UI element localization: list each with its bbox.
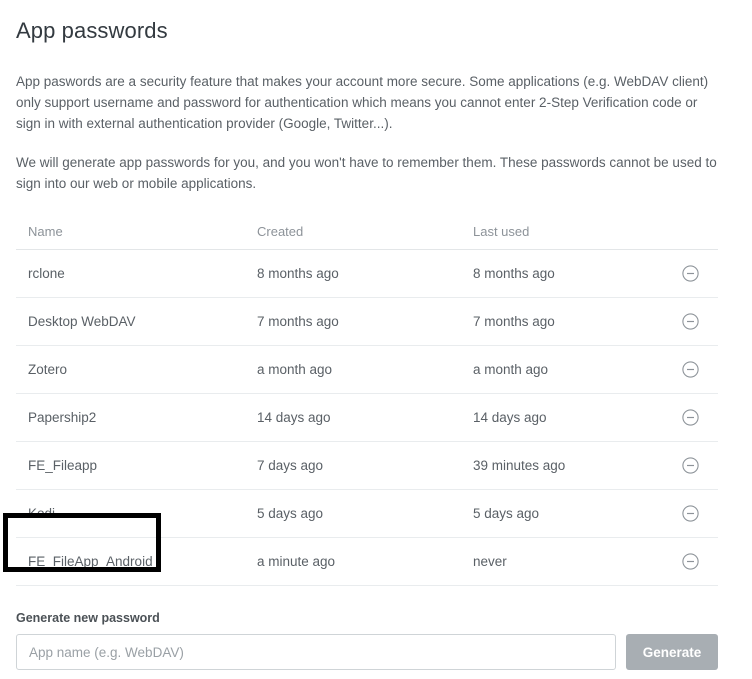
cell-actions [663,297,718,346]
table-row: Desktop WebDAV 7 months ago 7 months ago [16,297,718,346]
cell-last-used: 7 months ago [461,297,663,346]
app-passwords-page: App passwords App paswords are a securit… [0,0,752,670]
cell-created: 7 days ago [245,441,461,490]
table-row: FE_FileApp_Android a minute ago never [3,512,718,586]
minus-circle-icon[interactable] [682,457,699,474]
table-row: Kodi 5 days ago 5 days ago [16,489,718,538]
cell-last-used: never [461,537,663,586]
cell-actions [663,249,718,298]
cell-created: 7 months ago [245,297,461,346]
minus-circle-icon[interactable] [682,553,699,570]
cell-last-used: a month ago [461,345,663,394]
column-header-actions [663,216,718,250]
cell-name: Zotero [16,345,245,394]
minus-circle-icon[interactable] [682,265,699,282]
cell-created: 8 months ago [245,249,461,298]
cell-last-used: 39 minutes ago [461,441,663,490]
cell-name: Papership2 [16,393,245,442]
cell-created: a month ago [245,345,461,394]
minus-circle-icon[interactable] [682,505,699,522]
table-row: Papership2 14 days ago 14 days ago [16,393,718,442]
cell-created: 5 days ago [245,489,461,538]
generate-password-section: Generate new password Generate [16,611,718,670]
table-header: Name Created Last used [16,216,718,250]
page-title: App passwords [16,18,168,43]
cell-name: FE_Fileapp [16,441,245,490]
table-row: FE_Fileapp 7 days ago 39 minutes ago [16,441,718,490]
app-passwords-table: Name Created Last used rclone 8 months ag… [3,216,718,586]
minus-circle-icon[interactable] [682,361,699,378]
column-header-name: Name [16,216,245,250]
generate-password-row: Generate [16,634,718,670]
generate-button[interactable]: Generate [626,634,718,670]
cell-created: 14 days ago [245,393,461,442]
column-header-created: Created [245,216,461,250]
column-header-last-used: Last used [461,216,663,250]
app-name-input[interactable] [16,634,616,670]
cell-name: Desktop WebDAV [16,297,245,346]
cell-created: a minute ago [245,537,461,586]
cell-actions [663,489,718,538]
minus-circle-icon[interactable] [682,313,699,330]
cell-actions [663,537,718,586]
table-row: rclone 8 months ago 8 months ago [16,249,718,298]
cell-last-used: 5 days ago [461,489,663,538]
intro-paragraph-1: App paswords are a security feature that… [16,74,709,131]
table-body: rclone 8 months ago 8 months ago Desktop We… [3,249,718,586]
table-row: Zotero a month ago a month ago [16,345,718,394]
generate-password-label: Generate new password [16,611,160,625]
cell-last-used: 14 days ago [461,393,663,442]
cell-name: rclone [16,249,245,298]
table-header-row: Name Created Last used [16,216,718,250]
cell-actions [663,393,718,442]
cell-last-used: 8 months ago [461,249,663,298]
cell-name: FE_FileApp_Android [3,512,245,586]
cell-actions [663,345,718,394]
minus-circle-icon[interactable] [682,409,699,426]
intro-paragraph-2: We will generate app passwords for you, … [16,155,717,191]
cell-name: Kodi [16,489,245,538]
cell-actions [663,441,718,490]
